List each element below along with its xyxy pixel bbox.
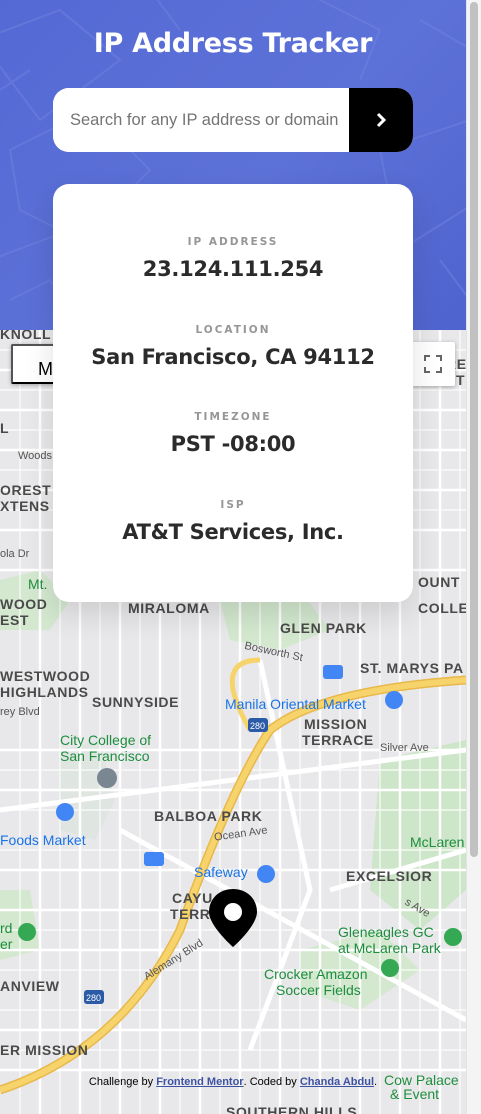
ip-address-value: 23.124.111.254 xyxy=(142,257,324,281)
map-label: rd xyxy=(0,920,13,936)
timezone-label: TIMEZONE xyxy=(194,411,272,423)
ip-address-label: IP ADDRESS xyxy=(187,236,279,248)
map-label: MISSION xyxy=(304,716,368,732)
location-section: LOCATION San Francisco, CA 94112 xyxy=(53,324,413,369)
map-label: Foods Market xyxy=(0,832,86,848)
map-label: ANVIEW xyxy=(0,978,60,994)
search-submit-button[interactable] xyxy=(349,88,413,152)
map-label: ola Dr xyxy=(0,548,30,560)
location-value: San Francisco, CA 94112 xyxy=(91,345,375,369)
frontend-mentor-link[interactable]: Frontend Mentor xyxy=(156,1076,243,1088)
map-label: Crocker Amazon xyxy=(264,966,368,982)
map-label: HIGHLANDS xyxy=(0,684,89,700)
map-label: McLaren xyxy=(410,834,465,850)
map-label: T xyxy=(456,372,466,388)
map-label: EST xyxy=(0,612,30,628)
map-label: TERRACE xyxy=(302,732,374,748)
map-label: SOUTHERN HILLS xyxy=(226,1104,358,1114)
timezone-value: PST -08:00 xyxy=(170,432,296,456)
map-label: OUNT xyxy=(418,574,461,590)
map-label: L xyxy=(0,420,10,436)
map-label: & Event xyxy=(390,1086,440,1102)
map-label: at McLaren Park xyxy=(338,940,441,956)
attribution: Challenge by Frontend Mentor. Coded by C… xyxy=(0,1076,466,1088)
ip-search-input[interactable] xyxy=(53,88,349,152)
fullscreen-button[interactable] xyxy=(411,342,455,386)
map-label: rey Blvd xyxy=(0,706,40,718)
map-label: OREST xyxy=(0,482,52,498)
timezone-section: TIMEZONE PST -08:00 xyxy=(53,411,413,456)
page-title: IP Address Tracker xyxy=(93,28,373,59)
attribution-suffix: . xyxy=(374,1076,378,1088)
highway-shield-label: 280 xyxy=(86,993,102,1003)
map-label: Gleneagles GC xyxy=(338,924,434,940)
scrollbar-thumb[interactable] xyxy=(470,2,478,857)
map-label: Soccer Fields xyxy=(276,982,361,998)
map-label: ER MISSION xyxy=(0,1042,89,1058)
author-link[interactable]: Chanda Abdul xyxy=(300,1076,374,1088)
map-label: Safeway xyxy=(194,864,248,880)
chevron-right-icon xyxy=(376,112,387,128)
map-label: TERR xyxy=(170,906,211,922)
map-label: XTENS xyxy=(0,498,50,514)
map-label: GLEN PARK xyxy=(280,620,367,636)
scrollbar[interactable] xyxy=(466,0,481,1114)
highway-shield-label: 280 xyxy=(250,721,266,731)
map-label: KNOLL xyxy=(0,330,52,342)
map-label: Silver Ave xyxy=(380,742,429,754)
map-label: WESTWOOD xyxy=(0,668,91,684)
ip-address-section: IP ADDRESS 23.124.111.254 xyxy=(53,236,413,281)
attribution-middle: . Coded by xyxy=(243,1076,300,1088)
location-label: LOCATION xyxy=(195,324,271,336)
map-label: EXCELSIOR xyxy=(346,868,433,884)
location-pin-icon[interactable] xyxy=(207,888,259,948)
isp-section: ISP AT&T Services, Inc. xyxy=(53,499,413,544)
map-label: WOOD xyxy=(0,596,48,612)
map-label: MIRALOMA xyxy=(128,600,210,616)
map-label: Woods xyxy=(18,450,53,462)
map-label: City College of xyxy=(60,732,152,748)
attribution-prefix: Challenge by xyxy=(88,1076,157,1088)
map-label: COLLE xyxy=(418,600,466,616)
isp-label: ISP xyxy=(220,499,246,511)
map-label: er xyxy=(0,936,13,952)
map-label: SUNNYSIDE xyxy=(92,694,180,710)
ip-info-card: IP ADDRESS 23.124.111.254 LOCATION San F… xyxy=(53,184,413,602)
map-label: Manila Oriental Market xyxy=(225,696,366,712)
fullscreen-icon xyxy=(424,355,442,373)
map-label: Mt. xyxy=(28,576,48,592)
isp-value: AT&T Services, Inc. xyxy=(122,520,344,544)
map-label: BALBOA PARK xyxy=(154,808,263,824)
map-label: San Francisco xyxy=(60,748,150,764)
map-label: ST. MARYS PA xyxy=(360,660,464,676)
search-form xyxy=(53,88,413,152)
